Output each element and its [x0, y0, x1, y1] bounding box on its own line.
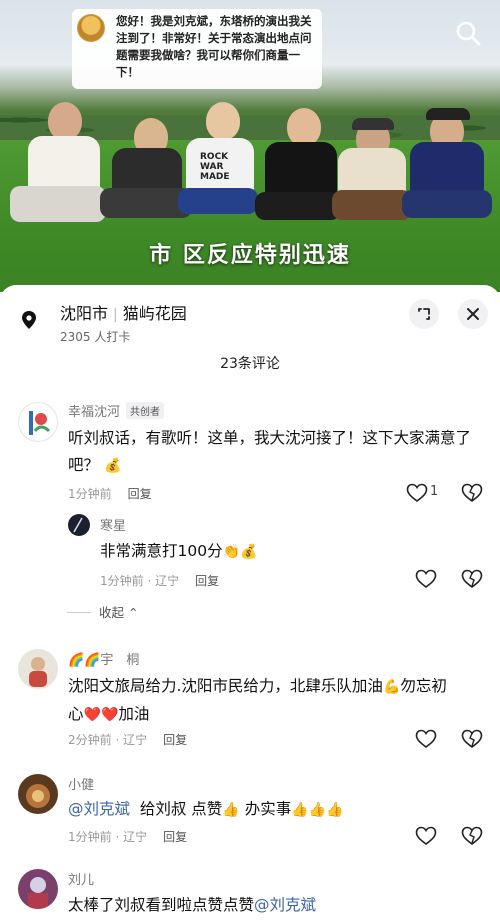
like-icon[interactable] — [415, 569, 439, 591]
avatar[interactable] — [18, 774, 58, 814]
location-pin-icon — [20, 310, 38, 330]
band-members: ROCK WAR MADE — [0, 100, 500, 240]
collapse-line — [67, 612, 91, 613]
comment-meta: 2分钟前 · 辽宁 回复 — [68, 731, 187, 748]
reply-text: 非常满意打100分👏💰 — [100, 538, 470, 566]
comment-text: 太棒了刘叔看到啦点赞点赞@刘克斌 — [68, 892, 483, 919]
avatar[interactable] — [18, 869, 58, 909]
location-place: 猫屿花园 — [122, 304, 187, 323]
comment-item: 幸福沈河 共创者 听刘叔话，有歌听！这单，我大沈河接了！这下大家满意了吧？ 💰 1… — [0, 397, 500, 507]
comment-time: 1分钟前 — [68, 487, 112, 501]
like-icon[interactable] — [415, 826, 439, 848]
collapse-replies-button[interactable]: 收起 ⌃ — [67, 602, 138, 621]
reply-body: 非常满意打100分 — [100, 542, 223, 560]
location-separator: | — [113, 307, 118, 323]
reply-button[interactable]: 回复 — [163, 733, 187, 747]
location-name: 沈阳市 | 猫屿花园 — [60, 300, 187, 324]
checkin-count: 2305 人打卡 — [60, 330, 131, 344]
dislike-icon[interactable] — [461, 826, 485, 848]
comment-author[interactable]: 小健 — [68, 774, 94, 793]
reply-button[interactable]: 回复 — [163, 830, 187, 844]
comment-author[interactable]: 🌈🌈宇 桐 — [68, 649, 139, 668]
comment-item: 刘儿 太棒了刘叔看到啦点赞点赞@刘克斌 — [0, 867, 500, 923]
thumbs-up-emoji: 👍 — [222, 802, 240, 818]
comment-time: 1分钟前 · 辽宁 — [68, 830, 148, 844]
comment-author[interactable]: 幸福沈河 共创者 — [68, 401, 165, 420]
clap-emoji: 👏💰 — [222, 544, 258, 560]
comment-body-b: 办实事 — [244, 800, 292, 818]
close-button[interactable] — [458, 299, 488, 329]
video-caption: 市 区反应特别迅速 — [149, 243, 351, 268]
comment-text: 沈阳文旅局给力.沈阳市民给力，北肆乐队加油💪勿忘初 心❤️❤️加油 — [68, 673, 483, 729]
comment-item: 小健 @刘克斌 给刘叔 点赞👍 办实事👍👍👍 1分钟前 · 辽宁 回复 — [0, 770, 500, 850]
money-bag-emoji: 💰 — [103, 458, 122, 474]
like-count: 1 — [430, 484, 439, 499]
quoted-post-bubble[interactable]: 您好！我是刘克斌，东塔桥的演出我关注到了！非常好！关于常态演出地点问题需要我做啥… — [72, 9, 322, 89]
mention-link[interactable]: @刘克斌 — [254, 896, 316, 914]
bubble-text: 您好！我是刘克斌，东塔桥的演出我关注到了！非常好！关于常态演出地点问题需要我做啥… — [116, 14, 312, 79]
creator-tag: 共创者 — [126, 402, 165, 419]
expand-button[interactable] — [409, 299, 439, 329]
comment-body: 太棒了刘叔看到啦点赞点赞 — [68, 896, 255, 914]
thumbs-up-emoji-group: 👍👍👍 — [291, 802, 344, 818]
comment-meta: 1分钟前 · 辽宁 回复 — [68, 828, 187, 845]
comment-item: 🌈🌈宇 桐 沈阳文旅局给力.沈阳市民给力，北肆乐队加油💪勿忘初 心❤️❤️加油 … — [0, 645, 500, 760]
comment-count: 23条评论 — [220, 356, 280, 372]
comment-body-line1: 沈阳文旅局给力.沈阳市民给力，北肆乐队加油 — [68, 677, 383, 695]
comment-body-line2-head: 心 — [68, 705, 84, 723]
heart-emoji: ❤️❤️ — [83, 707, 119, 723]
comment-body-line1-tail: 勿忘初 — [400, 677, 447, 695]
mention-link[interactable]: @刘克斌 — [68, 800, 130, 818]
avatar[interactable] — [68, 514, 90, 536]
video-frame[interactable]: ROCK WAR MADE 您好！我是刘克斌，东塔桥的演出我关注到了！非常好！关… — [0, 0, 500, 292]
like-icon[interactable] — [406, 483, 430, 505]
comment-text: @刘克斌 给刘叔 点赞👍 办实事👍👍👍 — [68, 796, 483, 824]
muscle-emoji: 💪 — [382, 679, 401, 695]
comment-time: 2分钟前 · 辽宁 — [68, 733, 148, 747]
dislike-icon[interactable] — [461, 569, 485, 591]
close-icon — [467, 308, 479, 320]
bubble-avatar — [77, 14, 105, 42]
author-name: 幸福沈河 — [68, 405, 121, 420]
avatar[interactable] — [18, 402, 58, 442]
expand-icon — [418, 308, 430, 320]
reply-button[interactable]: 回复 — [195, 574, 219, 588]
avatar[interactable] — [18, 649, 58, 689]
reply-item: 寒星 非常满意打100分👏💰 1分钟前 · 辽宁 回复 — [0, 510, 500, 600]
reply-button[interactable]: 回复 — [128, 487, 152, 501]
comment-body-a: 给刘叔 点赞 — [139, 800, 223, 818]
like-icon[interactable] — [415, 729, 439, 751]
reply-time: 1分钟前 · 辽宁 — [100, 574, 180, 588]
comment-panel: 沈阳市 | 猫屿花园 2305 人打卡 23条评论 幸福沈河 共创者 听刘叔话，有歌听… — [0, 285, 500, 923]
dislike-icon[interactable] — [461, 483, 485, 505]
comment-body-line2-tail: 加油 — [118, 705, 150, 723]
shirt-print: ROCK WAR MADE — [200, 152, 230, 182]
comment-author[interactable]: 刘儿 — [68, 869, 94, 888]
chevron-up-icon: ⌃ — [128, 605, 139, 620]
reply-author[interactable]: 寒星 — [100, 515, 126, 534]
location-city: 沈阳市 — [60, 304, 109, 323]
comment-body: 听刘叔话，有歌听！这单，我大沈河接了！这下大家满意了吧？ — [68, 429, 472, 474]
search-icon[interactable] — [453, 18, 483, 48]
comment-text: 听刘叔话，有歌听！这单，我大沈河接了！这下大家满意了吧？ 💰 — [68, 425, 478, 480]
reply-meta: 1分钟前 · 辽宁 回复 — [100, 572, 219, 589]
comment-meta: 1分钟前 回复 — [68, 485, 152, 502]
dislike-icon[interactable] — [461, 729, 485, 751]
collapse-label: 收起 — [99, 605, 125, 620]
